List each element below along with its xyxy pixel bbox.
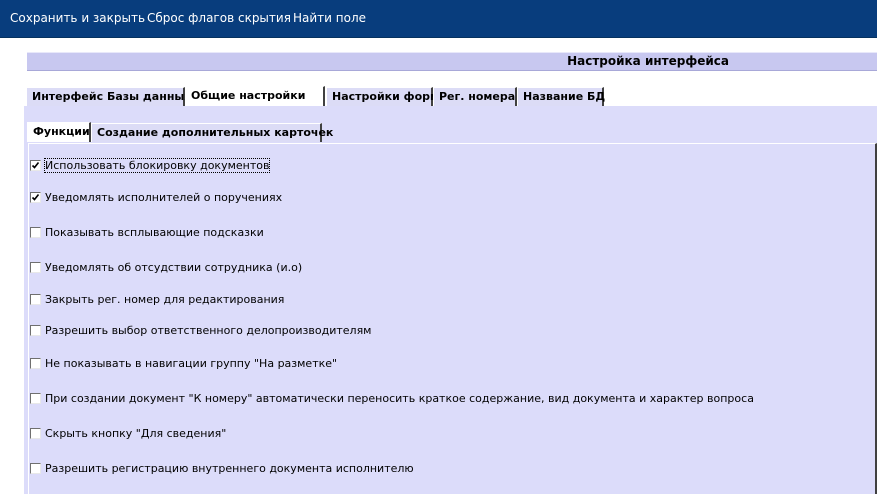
save-and-close-button[interactable]: Сохранить и закрыть: [10, 11, 145, 25]
option-label: Разрешить выбор ответственного делопроиз…: [45, 324, 372, 337]
reset-hide-flags-button[interactable]: Сброс флагов скрытия: [147, 11, 291, 25]
checkbox[interactable]: [30, 262, 41, 273]
tab-functions[interactable]: Функции: [27, 122, 91, 142]
tab-label: Рег. номера: [439, 90, 516, 103]
checkbox[interactable]: [30, 325, 41, 336]
option-label: Показывать всплывающие подсказки: [45, 226, 264, 239]
option-label: Использовать блокировку документов: [43, 158, 271, 173]
checkbox[interactable]: [30, 160, 41, 171]
check-icon: [31, 162, 40, 169]
option-label: Не показывать в навигации группу "На раз…: [45, 357, 338, 370]
tab-label: Интерфейс Базы данных: [32, 90, 192, 103]
checkbox[interactable]: [30, 227, 41, 238]
tab-db-name[interactable]: Название БД: [517, 87, 606, 106]
option-label: Закрыть рег. номер для редактирования: [45, 293, 285, 306]
title-bar: Настройка интерфейса: [27, 52, 877, 71]
tab-label: Название БД: [523, 90, 606, 103]
find-field-button[interactable]: Найти поле: [293, 11, 366, 25]
check-icon: [31, 194, 40, 201]
checkbox[interactable]: [30, 463, 41, 474]
checkbox[interactable]: [30, 192, 41, 203]
tab-form-settings[interactable]: Настройки форм: [326, 87, 439, 106]
option-label: Уведомлять исполнителей о поручениях: [45, 191, 283, 204]
tab-reg-numbers[interactable]: Рег. номера: [433, 87, 517, 106]
option-label: Разрешить регистрацию внутреннего докуме…: [45, 462, 414, 475]
option-label: При создании документ "К номеру" автомат…: [45, 392, 754, 405]
tab-label: Общие настройки: [191, 89, 306, 102]
tab-label: Создание дополнительных карточек: [97, 126, 334, 139]
tab-label: Функции: [33, 125, 90, 138]
tab-label: Настройки форм: [332, 90, 440, 103]
tab-additional-cards[interactable]: Создание дополнительных карточек: [91, 123, 333, 142]
checkbox[interactable]: [30, 294, 41, 305]
checkbox[interactable]: [30, 428, 41, 439]
tab-general-settings[interactable]: Общие настройки: [185, 86, 325, 106]
checkbox[interactable]: [30, 358, 41, 369]
page-title: Настройка интерфейса: [567, 54, 729, 68]
option-label: Уведомлять об отсудствии сотрудника (и.о…: [45, 261, 303, 274]
tab-database-interface[interactable]: Интерфейс Базы данных: [26, 87, 191, 106]
action-menu-bar: Сохранить и закрыть Сброс флагов скрытия…: [0, 0, 877, 38]
checkbox[interactable]: [30, 393, 41, 404]
option-label: Скрыть кнопку "Для сведения": [45, 427, 227, 440]
